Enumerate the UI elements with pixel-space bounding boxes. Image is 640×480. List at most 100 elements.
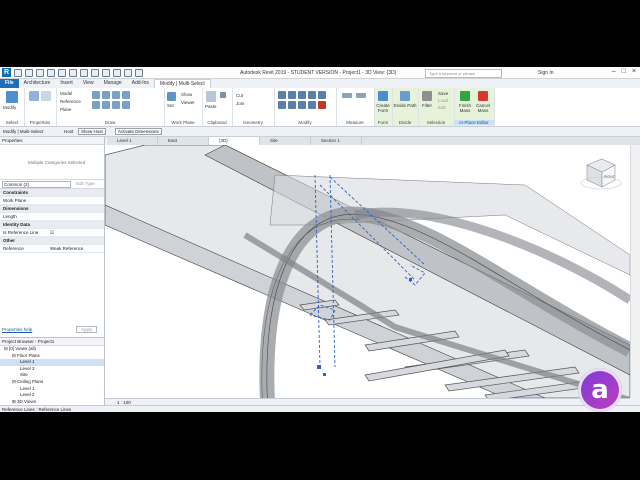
viewport-scrollbar[interactable] <box>630 145 640 398</box>
tab-file[interactable]: File <box>0 79 19 88</box>
show-button[interactable]: Show <box>181 92 192 97</box>
save-selection-button[interactable]: Save <box>438 91 448 96</box>
browser-item[interactable]: Level 2 <box>0 392 104 399</box>
tab-add-ins[interactable]: Add-Ins <box>127 79 154 88</box>
tab-modify-multi-select[interactable]: Modify | Multi-Select <box>153 78 211 89</box>
property-category[interactable]: Other <box>0 237 104 245</box>
arc-icon[interactable] <box>92 101 100 109</box>
close-icon[interactable]: × <box>632 68 636 75</box>
properties-icon[interactable] <box>29 91 39 101</box>
browser-item[interactable]: Level 2 <box>0 366 104 373</box>
finish-mass-checkmark-icon[interactable] <box>460 91 470 101</box>
property-category[interactable]: Dimensions <box>0 205 104 213</box>
split-icon[interactable] <box>298 101 306 109</box>
modify-cursor-icon[interactable] <box>6 91 18 103</box>
dimension-icon[interactable] <box>356 93 366 98</box>
3d-viewport[interactable]: RIGHT <box>105 145 630 398</box>
viewer-button[interactable]: Viewer <box>181 100 195 105</box>
plane-tool[interactable]: Plane <box>60 107 72 112</box>
ellipse-icon[interactable] <box>112 101 120 109</box>
paste-button[interactable]: Paste <box>205 104 217 109</box>
3d-view-icon[interactable] <box>91 69 99 77</box>
property-row[interactable]: Is Reference Line ☑ <box>0 229 104 237</box>
polygon-icon[interactable] <box>112 91 120 99</box>
thin-lines-icon[interactable] <box>113 69 121 77</box>
text-icon[interactable] <box>80 69 88 77</box>
tab-east[interactable]: East <box>158 137 209 145</box>
paste-icon[interactable] <box>206 91 216 102</box>
tab-view[interactable]: View <box>78 79 99 88</box>
tab-3d[interactable]: {3D} <box>209 137 260 145</box>
property-value[interactable]: ☑ <box>50 229 54 236</box>
open-icon[interactable] <box>14 69 22 77</box>
property-row[interactable]: Reference Weak Reference <box>0 245 104 253</box>
print-icon[interactable] <box>58 69 66 77</box>
browser-item[interactable]: ⊟ Floor Plans <box>0 353 104 360</box>
edit-type-button[interactable]: Edit Type <box>76 181 95 186</box>
type-properties-icon[interactable] <box>41 91 51 101</box>
load-selection-button[interactable]: Load <box>438 98 448 103</box>
create-form-icon[interactable] <box>378 91 388 101</box>
rotate-icon[interactable] <box>278 101 286 109</box>
browser-item[interactable]: Level 1 <box>0 359 104 366</box>
delete-icon[interactable] <box>318 101 326 109</box>
property-category[interactable]: Identity Data <box>0 221 104 229</box>
move-icon[interactable] <box>308 91 316 99</box>
3d-model-canvas[interactable]: RIGHT <box>105 145 630 398</box>
viewcube[interactable]: RIGHT <box>580 158 622 190</box>
pick-lines-icon[interactable] <box>122 101 130 109</box>
redo-icon[interactable] <box>47 69 55 77</box>
create-form-button[interactable]: Create Form <box>374 103 392 113</box>
revit-logo-icon[interactable]: R <box>2 68 11 77</box>
array-icon[interactable] <box>308 101 316 109</box>
browser-item[interactable]: ⊟ [0] Views (all) <box>0 346 104 353</box>
minimize-icon[interactable]: – <box>612 68 616 75</box>
divide-path-icon[interactable] <box>400 91 410 101</box>
browser-item[interactable]: ⊟ Ceiling Plans <box>0 379 104 386</box>
offset-icon[interactable] <box>288 91 296 99</box>
tab-section-1[interactable]: Section 1 <box>311 137 362 145</box>
property-row[interactable]: Length <box>0 213 104 221</box>
filter-icon[interactable] <box>422 91 432 101</box>
set-button[interactable]: Set <box>167 103 174 108</box>
properties-help-link[interactable]: Properties help <box>2 327 32 332</box>
sign-in-link[interactable]: Sign In <box>538 70 554 76</box>
set-work-plane-icon[interactable] <box>167 92 176 101</box>
filter-button[interactable]: Filter <box>422 103 432 108</box>
section-icon[interactable] <box>102 69 110 77</box>
show-host-button[interactable]: Show Host <box>78 128 106 135</box>
category-filter-dropdown[interactable]: Common (2) <box>2 181 71 188</box>
trim-icon[interactable] <box>288 101 296 109</box>
copy-element-icon[interactable] <box>318 91 326 99</box>
line-icon[interactable] <box>92 91 100 99</box>
maximize-icon[interactable]: □ <box>622 68 626 75</box>
property-value[interactable]: Weak Reference <box>50 245 83 252</box>
tab-insert[interactable]: Insert <box>55 79 78 88</box>
close-hidden-icon[interactable] <box>124 69 132 77</box>
tab-site[interactable]: Site <box>260 137 311 145</box>
rectangle-icon[interactable] <box>102 91 110 99</box>
save-icon[interactable] <box>25 69 33 77</box>
finish-mass-button[interactable]: Finish Mass <box>456 103 474 113</box>
align-icon[interactable] <box>278 91 286 99</box>
browser-item[interactable]: Level 1 <box>0 386 104 393</box>
spline-icon[interactable] <box>102 101 110 109</box>
browser-item[interactable]: Site <box>0 372 104 379</box>
measure-icon[interactable] <box>69 69 77 77</box>
switch-windows-icon[interactable] <box>135 69 143 77</box>
undo-icon[interactable] <box>36 69 44 77</box>
reference-line-tool[interactable]: Reference <box>60 99 81 104</box>
cancel-mass-button[interactable]: Cancel Mass <box>474 103 492 113</box>
cut-button[interactable]: Cut <box>236 93 243 98</box>
model-line-tool[interactable]: Model <box>60 91 72 96</box>
copy-icon[interactable] <box>220 92 226 98</box>
property-row[interactable]: Work Plane <box>0 197 104 205</box>
property-category[interactable]: Constraints <box>0 189 104 197</box>
divide-path-button[interactable]: Divide Path <box>392 103 418 108</box>
circle-icon[interactable] <box>122 91 130 99</box>
measure-icon-tool[interactable] <box>342 93 352 98</box>
mirror-icon[interactable] <box>298 91 306 99</box>
cancel-mass-x-icon[interactable] <box>478 91 488 101</box>
tab-manage[interactable]: Manage <box>99 79 127 88</box>
search-input[interactable]: Type a keyword or phrase <box>425 69 502 78</box>
